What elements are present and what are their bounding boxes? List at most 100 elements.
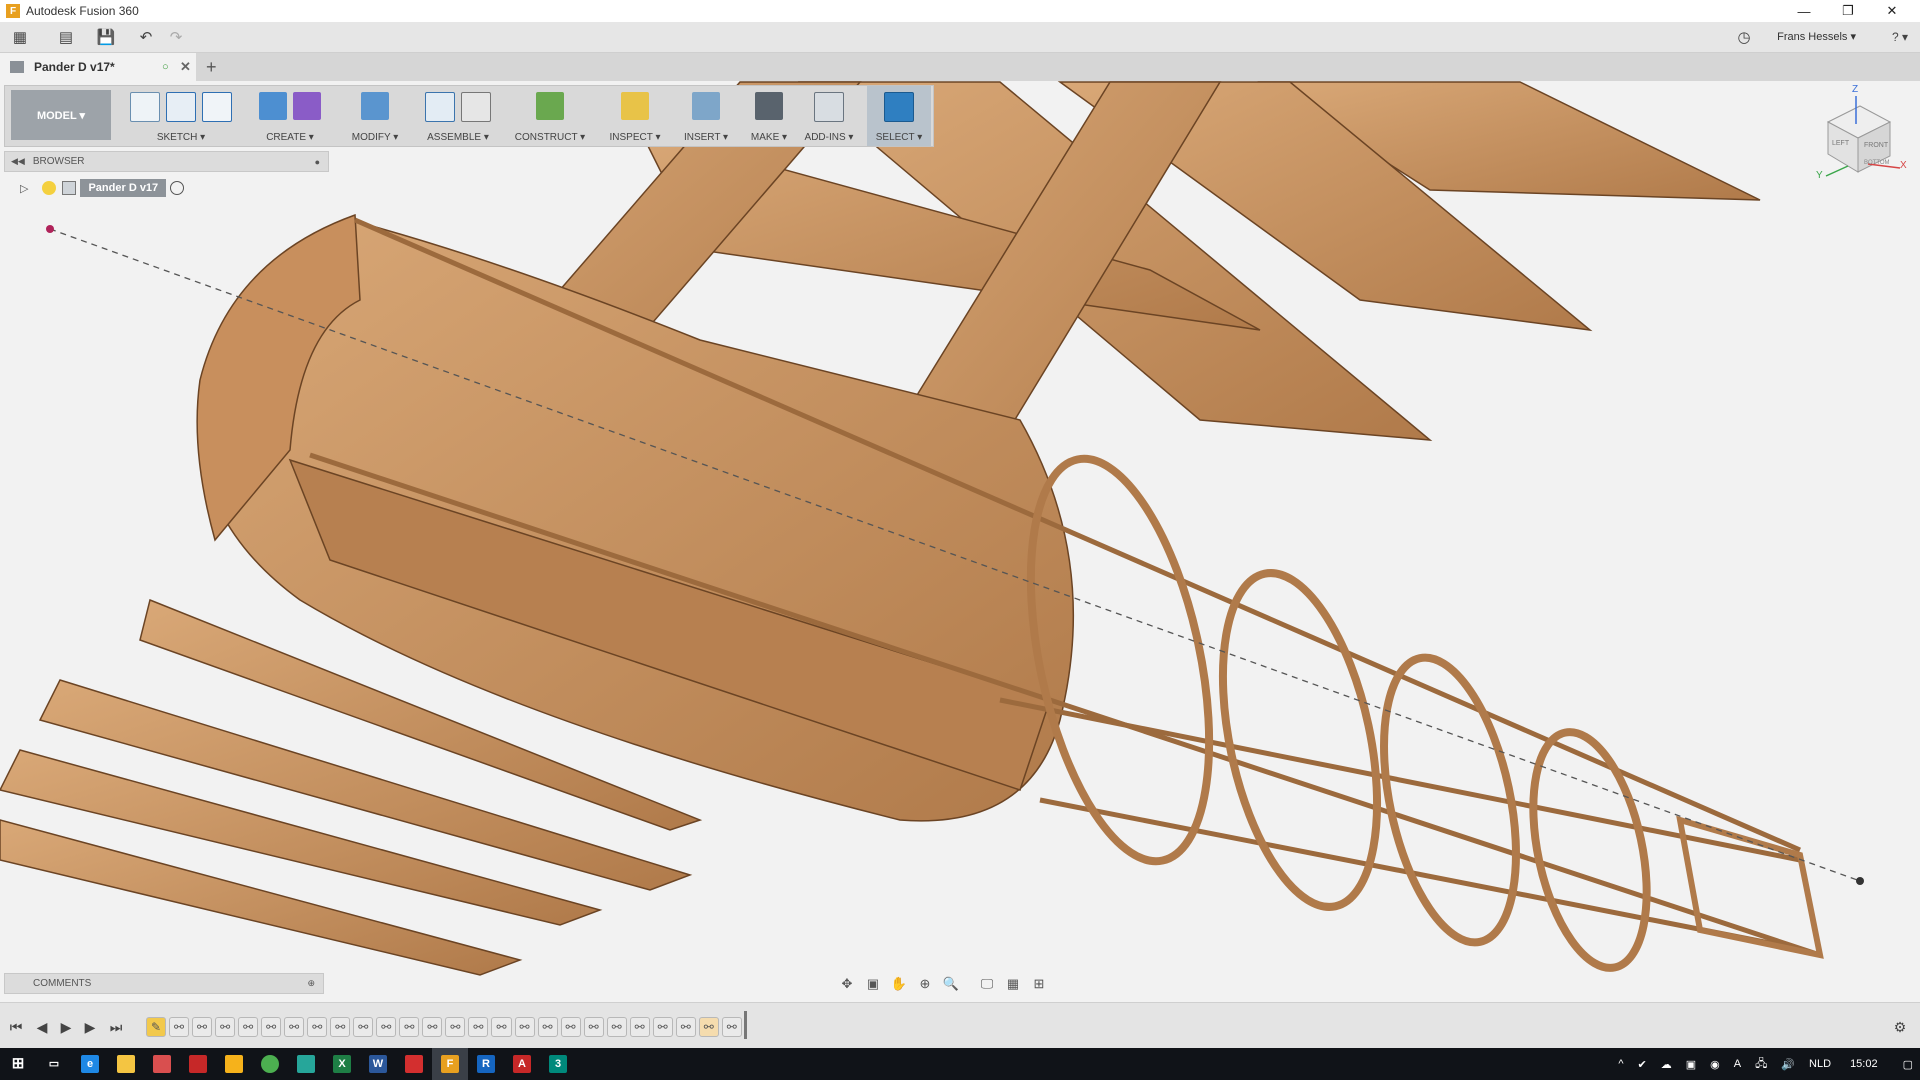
task-view-icon[interactable]: ▭: [36, 1048, 72, 1080]
inspect-menu[interactable]: INSPECT ▾: [599, 132, 671, 143]
tray-green-icon[interactable]: ◉: [1710, 1058, 1720, 1071]
undo-icon[interactable]: ↶: [134, 25, 158, 49]
3d-print-icon[interactable]: [755, 92, 783, 120]
timeline-joint-item[interactable]: ⚯: [537, 1017, 558, 1037]
extrude-icon[interactable]: [259, 92, 287, 120]
action-center-icon[interactable]: ▢: [1903, 1058, 1913, 1071]
new-tab-button[interactable]: +: [206, 57, 217, 78]
timeline-sketch-item[interactable]: ✎: [146, 1017, 167, 1037]
insert-menu[interactable]: INSERT ▾: [673, 132, 739, 143]
job-status-clock-icon[interactable]: ◷: [1732, 25, 1756, 49]
tray-volume-icon[interactable]: 🔊: [1781, 1058, 1795, 1071]
timeline-next-icon[interactable]: ▶: [80, 1017, 100, 1037]
browser-root-node[interactable]: Pander D v17: [80, 179, 167, 197]
form-icon[interactable]: [293, 92, 321, 120]
rectangle-icon[interactable]: [202, 92, 232, 122]
create-menu[interactable]: CREATE ▾: [249, 132, 331, 143]
timeline-previous-icon[interactable]: ◀: [32, 1017, 52, 1037]
assemble-menu[interactable]: ASSEMBLE ▾: [417, 132, 499, 143]
select-menu[interactable]: SELECT ▾: [867, 132, 931, 143]
excel-icon[interactable]: X: [324, 1048, 360, 1080]
media-player-icon[interactable]: [180, 1048, 216, 1080]
timeline-joint-item[interactable]: ⚯: [192, 1017, 213, 1037]
clock[interactable]: 15:02: [1850, 1058, 1878, 1070]
workspace-switcher[interactable]: MODEL ▾: [11, 90, 111, 140]
acrobat-icon[interactable]: A: [504, 1048, 540, 1080]
tray-autodesk-icon[interactable]: A: [1734, 1058, 1741, 1070]
viewports-icon[interactable]: ⊞: [1028, 974, 1050, 994]
timeline-joint-item[interactable]: ⚯: [284, 1017, 305, 1037]
timeline-joint-item[interactable]: ⚯: [606, 1017, 627, 1037]
data-panel-grid-icon[interactable]: ▦: [8, 25, 32, 49]
timeline-joint-item[interactable]: ⚯: [261, 1017, 282, 1037]
tray-network-icon[interactable]: 🖧: [1755, 1055, 1767, 1074]
assemble-group[interactable]: ASSEMBLE ▾: [417, 86, 499, 146]
timeline-joint-item[interactable]: ⚯: [583, 1017, 604, 1037]
timeline-joint-item[interactable]: ⚯: [330, 1017, 351, 1037]
collapse-panel-icon[interactable]: ◀◀: [11, 156, 25, 167]
file-explorer-icon[interactable]: [108, 1048, 144, 1080]
timeline-joint-item[interactable]: ⚯: [238, 1017, 259, 1037]
close-button[interactable]: ✕: [1872, 0, 1912, 22]
sketch-menu[interactable]: SKETCH ▾: [115, 132, 247, 143]
expand-arrow-icon[interactable]: ▷: [20, 182, 28, 195]
timeline-joint-item[interactable]: ⚯: [629, 1017, 650, 1037]
browser-tree-root[interactable]: ▷ Pander D v17: [20, 178, 185, 198]
comments-panel[interactable]: COMMENTS ⊕: [4, 973, 324, 994]
zoom-icon[interactable]: ⊕: [914, 974, 936, 994]
timeline-motion-item[interactable]: ⚯: [698, 1017, 719, 1037]
timeline-first-icon[interactable]: ⏮: [6, 1017, 26, 1037]
restore-button[interactable]: ❐: [1828, 0, 1868, 22]
tray-storage-icon[interactable]: ▣: [1686, 1058, 1696, 1071]
edge-browser-icon[interactable]: e: [72, 1048, 108, 1080]
tray-app-icon[interactable]: ✔: [1638, 1058, 1647, 1071]
timeline-play-icon[interactable]: ▶: [56, 1017, 76, 1037]
modify-menu[interactable]: MODIFY ▾: [335, 132, 415, 143]
browser-pin-icon[interactable]: ●: [315, 157, 320, 167]
store-icon[interactable]: [144, 1048, 180, 1080]
grid-settings-icon[interactable]: ▦: [1002, 974, 1024, 994]
construct-group[interactable]: CONSTRUCT ▾: [505, 86, 595, 146]
comments-add-icon[interactable]: ⊕: [307, 978, 315, 989]
construct-menu[interactable]: CONSTRUCT ▾: [505, 132, 595, 143]
save-icon[interactable]: 💾: [94, 25, 118, 49]
activate-radio-icon[interactable]: [170, 181, 185, 195]
display-settings-icon[interactable]: 🖵: [976, 974, 998, 994]
tray-cloud-icon[interactable]: ☁: [1661, 1058, 1672, 1071]
user-menu[interactable]: Frans Hessels ▾: [1777, 30, 1856, 43]
close-tab-icon[interactable]: ✕: [180, 59, 191, 75]
network-app-icon[interactable]: [288, 1048, 324, 1080]
joint-icon[interactable]: [461, 92, 491, 122]
language-indicator[interactable]: NLD: [1809, 1058, 1831, 1070]
modify-group[interactable]: MODIFY ▾: [335, 86, 415, 146]
axis-start-point[interactable]: [46, 225, 54, 233]
measure-icon[interactable]: [621, 92, 649, 120]
make-menu[interactable]: MAKE ▾: [741, 132, 797, 143]
help-menu[interactable]: ? ▾: [1880, 25, 1920, 49]
timeline-joint-item[interactable]: ⚯: [399, 1017, 420, 1037]
select-group[interactable]: SELECT ▾: [867, 86, 931, 146]
timeline-joint-item[interactable]: ⚯: [445, 1017, 466, 1037]
timeline-joint-item[interactable]: ⚯: [353, 1017, 374, 1037]
timeline-joint-item[interactable]: ⚯: [721, 1017, 742, 1037]
spline-icon[interactable]: [166, 92, 196, 122]
timeline-joint-item[interactable]: ⚯: [491, 1017, 512, 1037]
timeline-joint-item[interactable]: ⚯: [376, 1017, 397, 1037]
timeline-joint-item[interactable]: ⚯: [215, 1017, 236, 1037]
sketch-group[interactable]: SKETCH ▾: [115, 86, 247, 146]
new-component-icon[interactable]: [425, 92, 455, 122]
timeline-joint-item[interactable]: ⚯: [468, 1017, 489, 1037]
visibility-bulb-icon[interactable]: [42, 181, 57, 195]
create-sketch-icon[interactable]: [130, 92, 160, 122]
fit-zoom-icon[interactable]: 🔍: [940, 974, 962, 994]
look-at-icon[interactable]: ▣: [862, 974, 884, 994]
offset-plane-icon[interactable]: [536, 92, 564, 120]
word-icon[interactable]: W: [360, 1048, 396, 1080]
notes-app-icon[interactable]: [216, 1048, 252, 1080]
scripts-addins-icon[interactable]: [814, 92, 844, 122]
timeline-last-icon[interactable]: ⏭: [106, 1017, 126, 1037]
timeline-marker[interactable]: [744, 1011, 747, 1039]
red-app-icon[interactable]: [396, 1048, 432, 1080]
canvas-viewport[interactable]: [0, 81, 1920, 998]
timeline-settings-gear-icon[interactable]: ⚙: [1890, 1017, 1910, 1037]
